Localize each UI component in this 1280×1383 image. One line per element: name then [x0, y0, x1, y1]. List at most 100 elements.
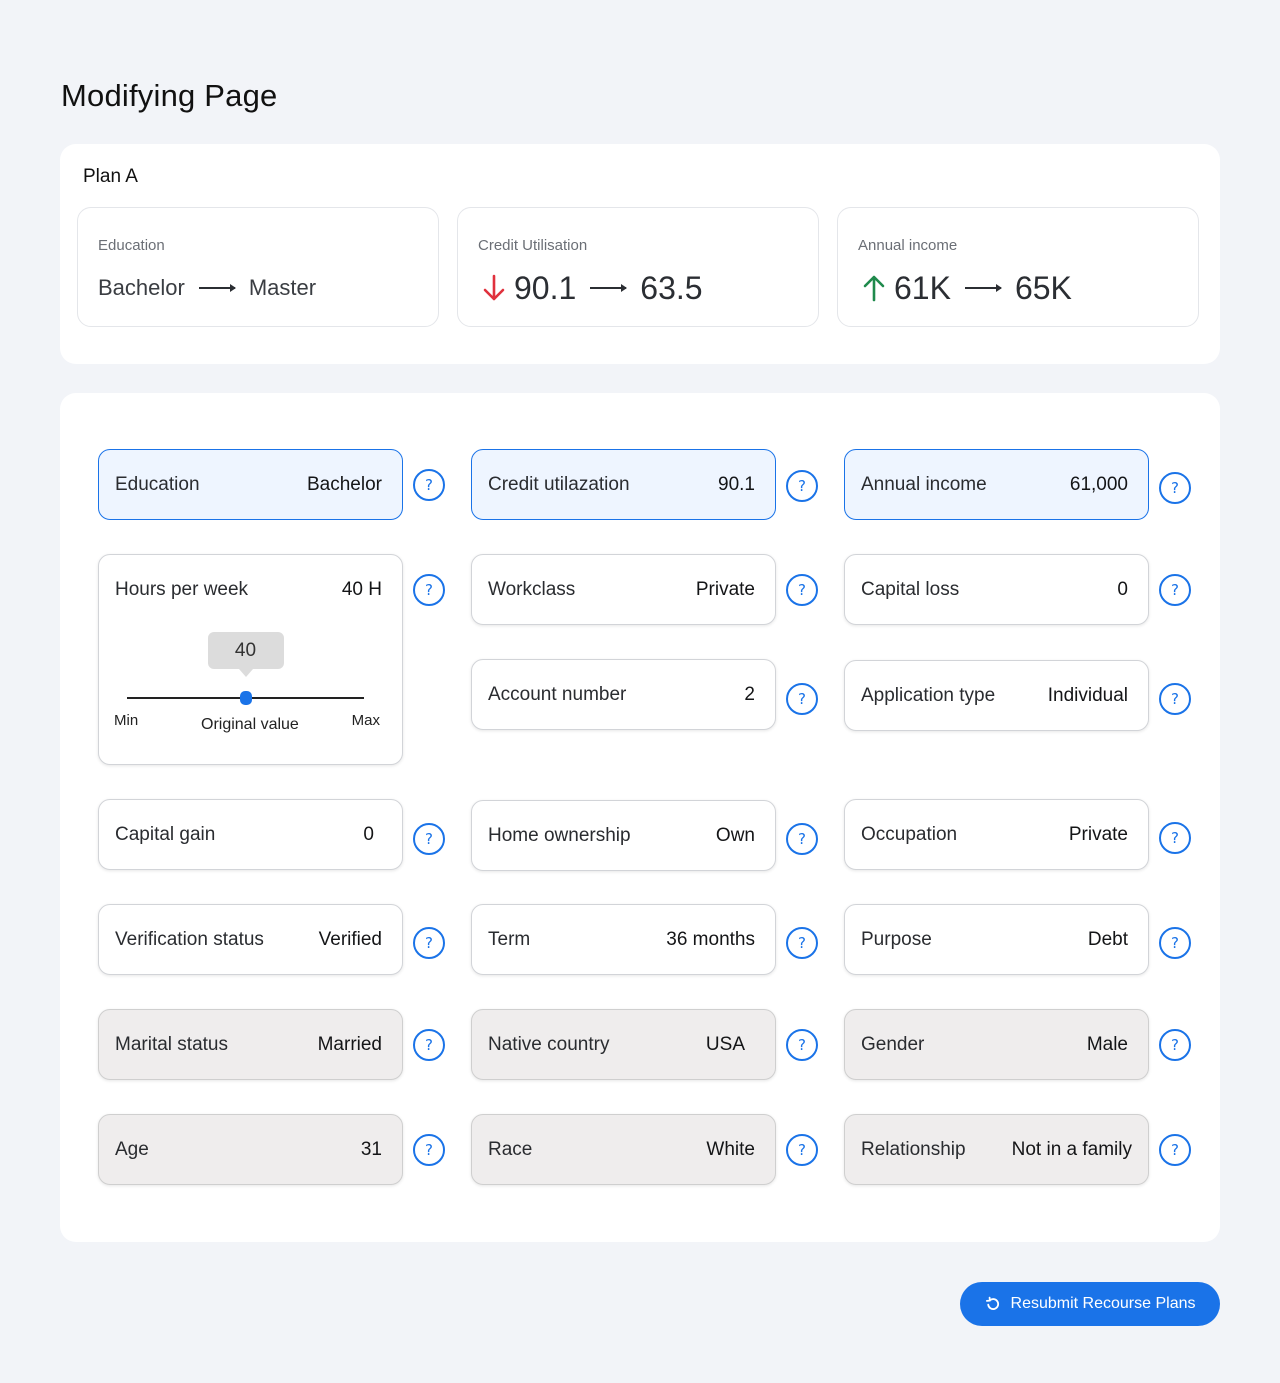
- help-icon-purpose[interactable]: ?: [1159, 927, 1191, 959]
- help-icon-hours-per-week[interactable]: ?: [413, 574, 445, 606]
- field-value: Male: [1086, 1033, 1128, 1055]
- field-gender: Gender Male: [844, 1009, 1149, 1080]
- help-icon-capital-gain[interactable]: ?: [413, 823, 445, 855]
- field-native-country: Native country USA: [471, 1009, 776, 1080]
- field-label: Race: [488, 1138, 533, 1160]
- help-icon-capital-loss[interactable]: ?: [1159, 574, 1191, 606]
- slider-original-label: Original value: [201, 716, 299, 733]
- change-values: Bachelor Master: [98, 270, 316, 306]
- field-capital-loss[interactable]: Capital loss 0: [844, 554, 1149, 625]
- change-to-value: 63.5: [640, 269, 703, 306]
- change-label: Education: [98, 237, 165, 254]
- field-value: Verified: [318, 928, 382, 950]
- field-value: 0: [1117, 578, 1128, 600]
- change-card-annual-income: Annual income 61K 65K: [837, 207, 1199, 327]
- field-home-ownership[interactable]: Home ownership Own: [471, 800, 776, 871]
- field-occupation[interactable]: Occupation Private: [844, 799, 1149, 870]
- field-verification-status[interactable]: Verification status Verified: [98, 904, 403, 975]
- field-label: Account number: [488, 683, 627, 705]
- field-value: Individual: [1047, 684, 1128, 706]
- help-icon-relationship[interactable]: ?: [1159, 1134, 1191, 1166]
- field-relationship: Relationship Not in a family: [844, 1114, 1149, 1185]
- field-label: Verification status: [115, 928, 264, 950]
- change-to-value: Master: [248, 275, 317, 300]
- field-value: 36 months: [666, 928, 755, 950]
- field-account-number[interactable]: Account number 2: [471, 659, 776, 730]
- field-value: 31: [360, 1138, 382, 1160]
- help-icon-age[interactable]: ?: [413, 1134, 445, 1166]
- field-value: 61,000: [1069, 473, 1128, 495]
- field-value: Bachelor: [307, 473, 382, 495]
- slider-thumb[interactable]: [239, 691, 252, 705]
- field-label: Hours per week: [115, 579, 249, 600]
- help-icon-gender[interactable]: ?: [1159, 1029, 1191, 1061]
- field-label: Annual income: [861, 473, 987, 495]
- field-education[interactable]: Education Bachelor: [98, 449, 403, 520]
- field-credit-utilization[interactable]: Credit utilazation 90.1: [471, 449, 776, 520]
- help-icon-home-ownership[interactable]: ?: [786, 823, 818, 855]
- help-icon-application-type[interactable]: ?: [1159, 683, 1191, 715]
- field-value: Own: [715, 824, 755, 846]
- change-from-value: 90.1: [514, 269, 577, 306]
- field-workclass[interactable]: Workclass Private: [471, 554, 776, 625]
- page-title: Modifying Page: [61, 78, 278, 113]
- arrow-up-icon: [863, 275, 885, 302]
- help-icon-marital-status[interactable]: ?: [413, 1029, 445, 1061]
- field-label: Age: [115, 1138, 149, 1160]
- help-icon-occupation[interactable]: ?: [1159, 822, 1191, 854]
- slider-min-label: Min: [114, 712, 139, 729]
- field-value: 90.1: [718, 473, 755, 495]
- field-value: USA: [705, 1033, 745, 1055]
- slider-max-label: Max: [351, 712, 380, 729]
- field-race: Race White: [471, 1114, 776, 1185]
- plan-summary-card: Plan A Education Bachelor Master Credit …: [60, 144, 1220, 364]
- change-card-credit-utilisation: Credit Utilisation 90.1 63.5: [457, 207, 819, 327]
- field-value: Private: [695, 578, 755, 600]
- field-label: Gender: [861, 1033, 925, 1055]
- resubmit-label: Resubmit Recourse Plans: [1010, 1295, 1196, 1312]
- refresh-icon: [985, 1296, 999, 1310]
- right-arrow-icon: [198, 284, 236, 292]
- field-value: Married: [317, 1033, 382, 1055]
- field-label: Workclass: [488, 578, 576, 600]
- help-icon-term[interactable]: ?: [786, 927, 818, 959]
- feature-form-card: Education Bachelor ? Credit utilazation …: [60, 393, 1220, 1242]
- field-label: Purpose: [861, 928, 932, 950]
- field-label: Marital status: [115, 1033, 228, 1055]
- resubmit-recourse-plans-button[interactable]: Resubmit Recourse Plans: [960, 1282, 1220, 1326]
- field-value: 2: [744, 683, 755, 705]
- field-value: Debt: [1087, 928, 1128, 950]
- help-icon-annual-income[interactable]: ?: [1159, 472, 1191, 504]
- arrow-down-icon: [483, 274, 505, 301]
- change-card-education: Education Bachelor Master: [77, 207, 439, 327]
- field-marital-status: Marital status Married: [98, 1009, 403, 1080]
- help-icon-native-country[interactable]: ?: [786, 1029, 818, 1061]
- field-application-type[interactable]: Application type Individual: [844, 660, 1149, 731]
- field-term[interactable]: Term 36 months: [471, 904, 776, 975]
- field-value: 0: [363, 823, 374, 845]
- help-icon-race[interactable]: ?: [786, 1134, 818, 1166]
- help-icon-workclass[interactable]: ?: [786, 574, 818, 606]
- change-values: 61K 65K: [862, 270, 1072, 306]
- field-label: Capital gain: [115, 823, 216, 845]
- field-age: Age 31: [98, 1114, 403, 1185]
- slider-value-tooltip: 40: [207, 632, 284, 677]
- field-purpose[interactable]: Purpose Debt: [844, 904, 1149, 975]
- plan-title: Plan A: [83, 166, 138, 187]
- field-label: Application type: [861, 684, 996, 706]
- field-annual-income[interactable]: Annual income 61,000: [844, 449, 1149, 520]
- help-icon-verification-status[interactable]: ?: [413, 927, 445, 959]
- field-label: Education: [115, 473, 200, 495]
- field-label: Occupation: [861, 823, 958, 845]
- change-label: Annual income: [858, 237, 958, 254]
- help-icon-account-number[interactable]: ?: [786, 683, 818, 715]
- help-icon-education[interactable]: ?: [413, 469, 445, 501]
- change-to-value: 65K: [1014, 269, 1072, 306]
- change-label: Credit Utilisation: [478, 237, 588, 254]
- help-icon-credit-utilization[interactable]: ?: [786, 470, 818, 502]
- field-capital-gain[interactable]: Capital gain 0: [98, 799, 403, 870]
- change-from-value: Bachelor: [98, 275, 185, 300]
- field-label: Credit utilazation: [488, 473, 630, 495]
- field-value: 40 H: [341, 579, 382, 600]
- change-from-value: 61K: [894, 269, 951, 306]
